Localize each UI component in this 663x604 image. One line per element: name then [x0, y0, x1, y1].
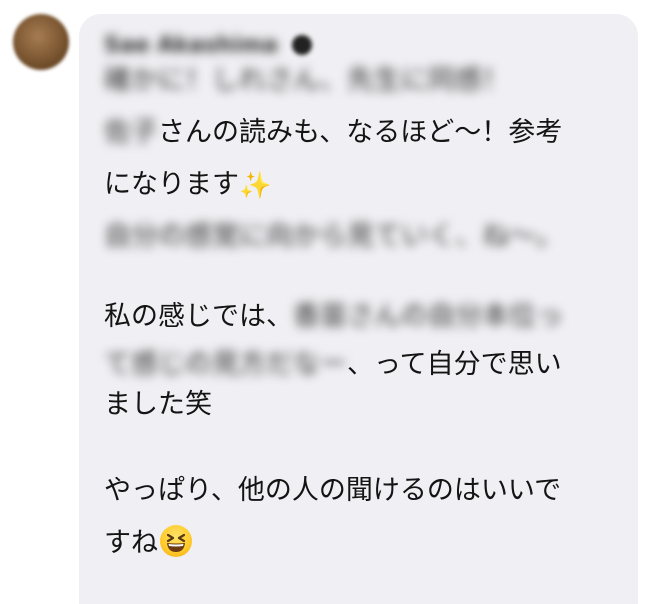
comment-line: になります✨ — [104, 170, 271, 201]
comment-line: 自分の感覚に向から見ていく、ね〜。 — [104, 222, 563, 252]
user-avatar[interactable] — [13, 14, 69, 70]
comment-line: ました笑 — [104, 390, 212, 420]
comment-text: やっぱり、他の人の聞けるのはいいで — [104, 475, 562, 506]
comment-text: 私の感じでは、 — [104, 301, 293, 332]
redacted-text: て感じの見方だなー — [104, 349, 347, 380]
redacted-text: 自分の感覚に向から見ていく、ね〜。 — [104, 221, 563, 252]
comment-header: Sae Akashima — [104, 30, 312, 60]
author-name[interactable]: Sae Akashima — [104, 33, 278, 58]
grinning-squinting-face-icon — [160, 525, 192, 557]
comment-text: さんの読みも、なるほど〜！参考 — [158, 117, 563, 148]
comment-line: て感じの見方だなー、って自分で思い — [104, 350, 562, 380]
redacted-text: 確かに！しれさん、先生に同感！ — [104, 65, 509, 96]
comment-line: 確かに！しれさん、先生に同感！ — [104, 66, 509, 96]
comment-line: すね — [104, 525, 192, 560]
comment-line: 佐子さんの読みも、なるほど〜！参考 — [104, 118, 562, 148]
comment-line: やっぱり、他の人の聞けるのはいいで — [104, 476, 561, 506]
comment-text: になります — [104, 169, 239, 200]
redacted-text: 香苗さんの自分本位っ — [293, 301, 563, 332]
comment-text: 、って自分で思い — [347, 349, 562, 380]
comment-text: ました笑 — [104, 389, 212, 420]
verified-badge-icon — [291, 35, 312, 55]
redacted-text: 佐子 — [104, 117, 158, 148]
sparkles-icon: ✨ — [239, 170, 272, 201]
comment-text: すね — [104, 527, 158, 559]
comment-line: 私の感じでは、香苗さんの自分本位っ — [104, 302, 563, 332]
